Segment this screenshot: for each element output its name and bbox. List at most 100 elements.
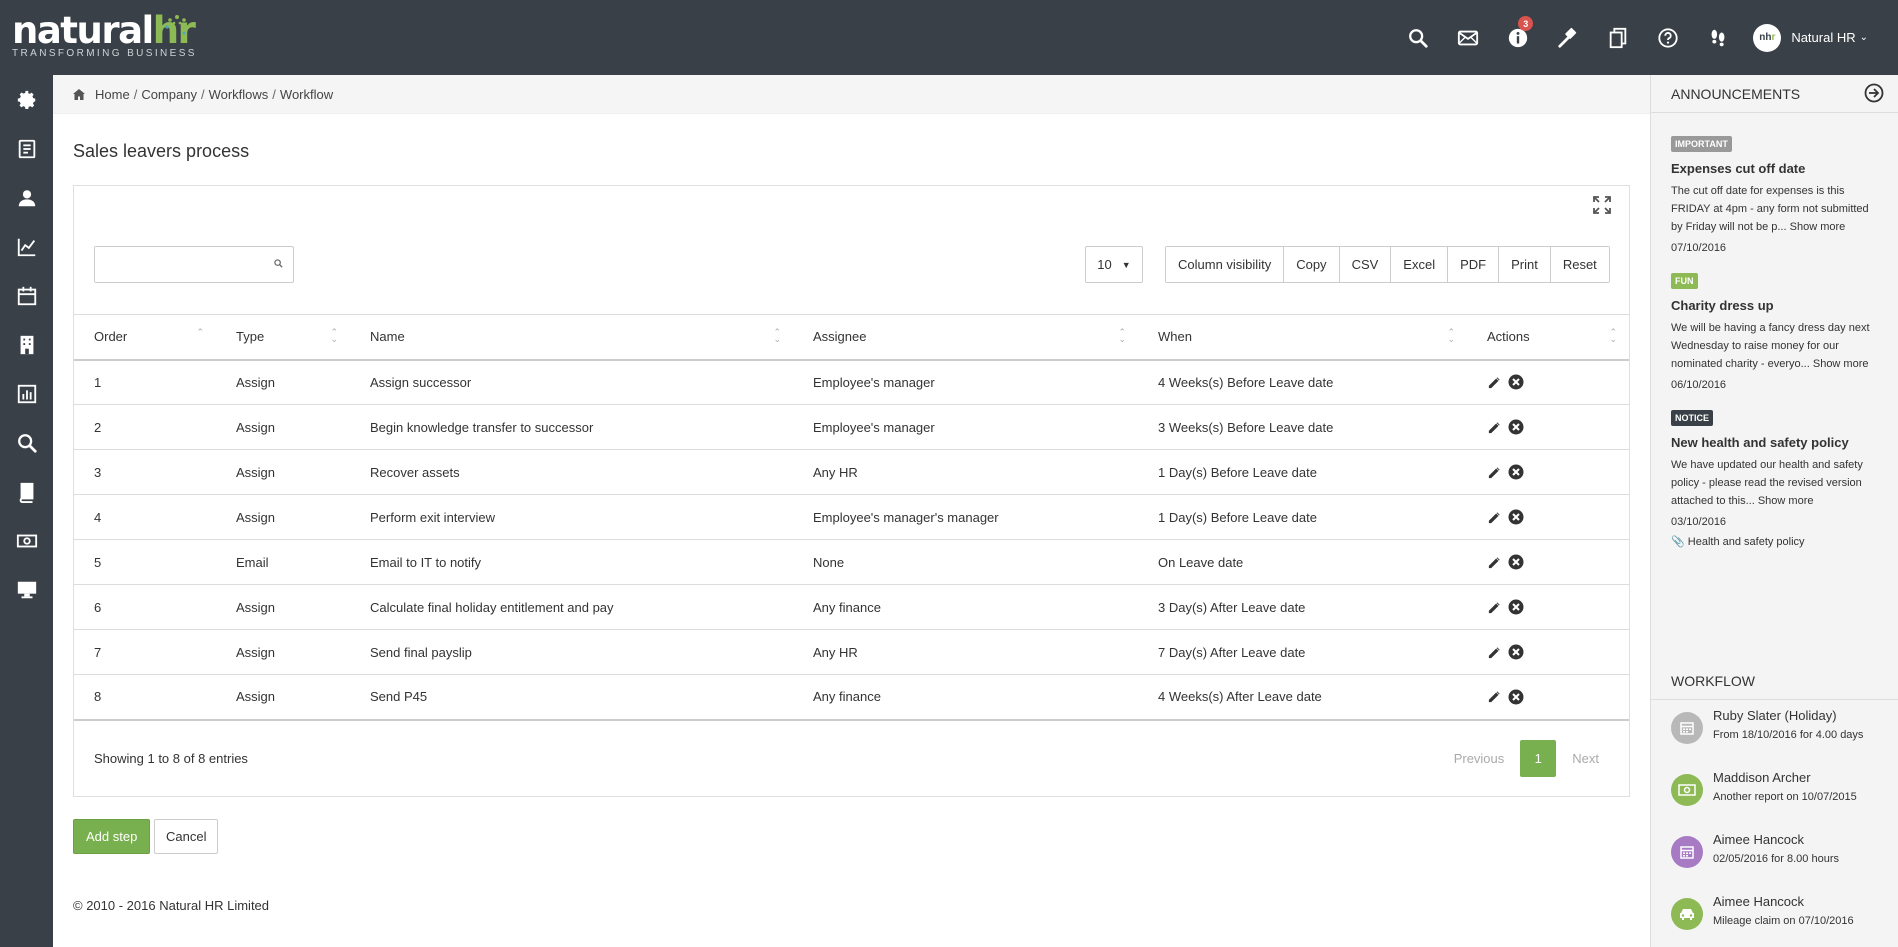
paperclip-icon: 📎 (1671, 536, 1685, 548)
announcement-date: 03/10/2016 (1671, 516, 1727, 528)
column-header-order[interactable]: Order ⌃ (74, 314, 216, 361)
cell-assignee: Employee's manager's manager (793, 494, 1138, 540)
people-icon (18, 189, 35, 206)
help-button[interactable] (1643, 0, 1693, 75)
announcement-date: 07/10/2016 (1671, 242, 1727, 254)
announcement-title[interactable]: Charity dress up (1671, 298, 1878, 313)
delete-icon[interactable] (1508, 554, 1524, 570)
column-visibility-button[interactable]: Column visibility (1166, 247, 1285, 282)
column-header-actions[interactable]: Actions ⌃ ⌄ (1467, 314, 1629, 361)
search-button[interactable] (1393, 0, 1443, 75)
user-menu[interactable]: nh r Natural HR ⌄ (1743, 0, 1898, 75)
workflow-item[interactable]: Ruby Slater (Holiday) From 18/10/2016 for… (1671, 708, 1863, 744)
workflow-item[interactable]: Aimee Hancock 02/05/2016 for 8.00 hours (1671, 832, 1839, 868)
workflow-item[interactable]: Aimee Hancock Mileage claim on 07/10/2016 (1671, 894, 1854, 930)
pagination-next[interactable]: Next (1560, 740, 1611, 777)
breadcrumb-separator: / (133, 86, 138, 102)
breadcrumb-workflow: Workflow (279, 86, 334, 102)
pdf-button[interactable]: PDF (1448, 247, 1500, 282)
cancel-button[interactable]: Cancel (154, 819, 219, 854)
announcement-item: NOTICE New health and safety policy We hav… (1651, 409, 1898, 548)
workflow-item[interactable]: Maddison Archer Another report on 10/07/2… (1671, 770, 1857, 806)
left-sidebar (0, 75, 53, 947)
table-search-input[interactable] (95, 247, 265, 282)
edit-icon[interactable] (1487, 689, 1502, 704)
announcement-title[interactable]: Expenses cut off date (1671, 161, 1878, 176)
edit-icon[interactable] (1487, 600, 1502, 615)
pagination-page-1[interactable]: 1 (1520, 740, 1557, 777)
sidebar-item-dashboard[interactable] (0, 369, 53, 418)
sort-asc-icon: ⌃ (196, 327, 204, 337)
breadcrumb-workflows[interactable]: Workflows (209, 87, 269, 102)
column-header-name[interactable]: Name ⌃ ⌄ (350, 314, 793, 361)
mail-button[interactable] (1443, 0, 1493, 75)
column-header-assignee[interactable]: Assignee ⌃ ⌄ (793, 314, 1138, 361)
edit-icon[interactable] (1487, 510, 1502, 525)
sidebar-item-settings[interactable] (0, 75, 53, 124)
delete-icon[interactable] (1508, 509, 1524, 525)
notifications-button[interactable]: 3 (1493, 0, 1543, 75)
legal-button[interactable] (1543, 0, 1593, 75)
delete-icon[interactable] (1508, 464, 1524, 480)
cell-type: Assign (216, 449, 350, 495)
sidebar-item-calendar[interactable] (0, 271, 53, 320)
csv-button[interactable]: CSV (1339, 247, 1392, 282)
breadcrumb-company[interactable]: Company (141, 87, 197, 102)
expand-icon[interactable] (1593, 196, 1611, 214)
cell-name: Assign successor (350, 359, 793, 405)
show-more-link[interactable]: Show more (1758, 495, 1814, 507)
tracking-button[interactable] (1693, 0, 1743, 75)
breadcrumb: Home / Company / Workflows / Workflow (53, 75, 1650, 114)
add-step-button[interactable]: Add step (73, 819, 151, 854)
cell-when: On Leave date (1138, 539, 1467, 585)
delete-icon[interactable] (1508, 644, 1524, 660)
arrow-right-circle-icon[interactable] (1864, 83, 1884, 103)
search-icon (274, 259, 283, 268)
sidebar-item-analytics[interactable] (0, 222, 53, 271)
print-button[interactable]: Print (1499, 247, 1551, 282)
edit-icon[interactable] (1487, 555, 1502, 570)
sidebar-item-company[interactable] (0, 320, 53, 369)
cell-name: Begin knowledge transfer to successor (350, 404, 793, 450)
excel-button[interactable]: Excel (1391, 247, 1449, 282)
chevron-down-icon: ⌄ (1859, 32, 1868, 43)
reset-button[interactable]: Reset (1550, 247, 1609, 282)
copy-button[interactable]: Copy (1284, 247, 1340, 282)
announcement-body: We will be having a fancy dress day next… (1671, 322, 1870, 370)
show-more-link[interactable]: Show more (1790, 221, 1846, 233)
sidebar-item-training[interactable] (0, 565, 53, 614)
sidebar-item-search[interactable] (0, 418, 53, 467)
edit-icon[interactable] (1487, 465, 1502, 480)
workflow-item-detail: Another report on 10/07/2015 (1713, 791, 1857, 803)
documents-button[interactable] (1593, 0, 1643, 75)
workflow-item-detail: From 18/10/2016 for 4.00 days (1713, 729, 1864, 741)
column-header-when[interactable]: When ⌃ ⌄ (1138, 314, 1467, 361)
delete-icon[interactable] (1508, 374, 1524, 390)
sidebar-item-people[interactable] (0, 173, 53, 222)
delete-icon[interactable] (1508, 599, 1524, 615)
cell-when: 1 Day(s) Before Leave date (1138, 494, 1467, 540)
cell-type: Assign (216, 629, 350, 675)
table-row: 4 Assign Perform exit interview Employee's … (74, 494, 1629, 540)
cell-type: Assign (216, 584, 350, 630)
pagination-previous[interactable]: Previous (1442, 740, 1517, 777)
sidebar-item-library[interactable] (0, 467, 53, 516)
sidebar-item-expenses[interactable] (0, 516, 53, 565)
show-more-link[interactable]: Show more (1813, 358, 1869, 370)
sidebar-item-reports[interactable] (0, 124, 53, 173)
announcement-item: FUN Charity dress up We will be having a f… (1651, 272, 1898, 391)
announcement-attachment[interactable]: 📎 Health and safety policy (1671, 535, 1878, 548)
top-bar: naturalhr TRANSFORMING BUSINESS 3 nh r N… (0, 0, 1898, 75)
edit-icon[interactable] (1487, 645, 1502, 660)
column-header-type[interactable]: Type ⌃ ⌄ (216, 314, 350, 361)
table-row: 3 Assign Recover assets Any HR 1 Day(s) Befo… (74, 449, 1629, 495)
breadcrumb-home[interactable]: Home (95, 87, 130, 102)
delete-icon[interactable] (1508, 689, 1524, 705)
workflow-steps-table: Order ⌃ Type ⌃ ⌄ Name ⌃ ⌄ Assignee ⌃ ⌄ When ⌃ ⌄ A… (74, 314, 1629, 721)
edit-icon[interactable] (1487, 375, 1502, 390)
cell-assignee: Employee's manager (793, 404, 1138, 450)
delete-icon[interactable] (1508, 419, 1524, 435)
edit-icon[interactable] (1487, 420, 1502, 435)
page-size-select[interactable]: 10 ▼ (1085, 246, 1143, 283)
announcement-title[interactable]: New health and safety policy (1671, 435, 1878, 450)
